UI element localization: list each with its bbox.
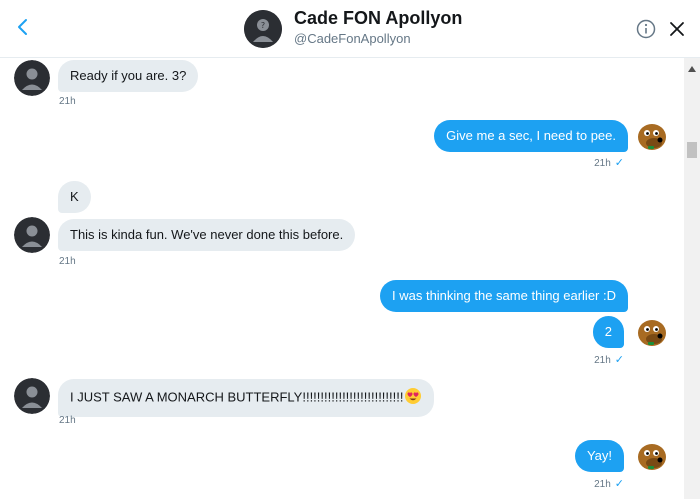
read-check-icon: ✓ — [614, 478, 624, 490]
message-time: 21h — [59, 96, 76, 107]
sender-avatar[interactable] — [14, 217, 50, 253]
scroll-up-arrow-icon[interactable] — [684, 62, 700, 76]
back-button[interactable] — [10, 14, 36, 40]
sender-avatar[interactable] — [14, 60, 50, 96]
message-bubble-incoming[interactable]: K — [58, 181, 91, 213]
scrollbar-thumb[interactable] — [687, 142, 697, 158]
header-avatar[interactable]: ? — [244, 10, 282, 48]
user-avatar[interactable] — [634, 118, 670, 154]
message-bubble-outgoing[interactable]: I was thinking the same thing earlier :D — [380, 280, 628, 312]
message-bubble-incoming[interactable]: I JUST SAW A MONARCH BUTTERFLY!!!!!!!!!!… — [58, 379, 435, 417]
conversation-header: ? Cade FON Apollyon @CadeFonApollyon — [0, 0, 700, 58]
info-icon — [636, 19, 656, 39]
sender-avatar[interactable] — [14, 378, 50, 414]
read-check-icon: ✓ — [614, 354, 624, 366]
close-icon — [670, 22, 684, 36]
message-time: 21h — [59, 415, 76, 426]
message-bubble-incoming[interactable]: Ready if you are. 3? — [58, 60, 199, 92]
message-bubble-outgoing[interactable]: Yay! — [574, 440, 624, 472]
message-bubble-incoming[interactable]: This is kinda fun. We've never done this… — [58, 219, 356, 251]
scrollbar[interactable] — [684, 58, 700, 499]
user-avatar[interactable] — [634, 438, 670, 474]
message-bubble-outgoing[interactable]: 2 — [592, 316, 624, 348]
message-time: 21h ✓ — [594, 157, 624, 169]
back-arrow-icon — [18, 19, 27, 35]
read-check-icon: ✓ — [614, 157, 624, 169]
info-button[interactable] — [635, 18, 657, 40]
message-list[interactable]: Ready if you are. 3? 21h Give me a sec, … — [0, 58, 684, 499]
heart-eyes-emoji-icon — [404, 387, 422, 409]
conversation-title[interactable]: Cade FON Apollyon — [294, 8, 462, 29]
close-button[interactable] — [666, 18, 688, 40]
message-time: 21h ✓ — [594, 354, 624, 366]
user-avatar[interactable] — [634, 314, 670, 350]
message-bubble-outgoing[interactable]: Give me a sec, I need to pee. — [434, 120, 628, 152]
conversation-handle[interactable]: @CadeFonApollyon — [294, 31, 411, 46]
message-time: 21h ✓ — [594, 478, 624, 490]
message-time: 21h — [59, 256, 76, 267]
svg-text:?: ? — [261, 21, 265, 30]
